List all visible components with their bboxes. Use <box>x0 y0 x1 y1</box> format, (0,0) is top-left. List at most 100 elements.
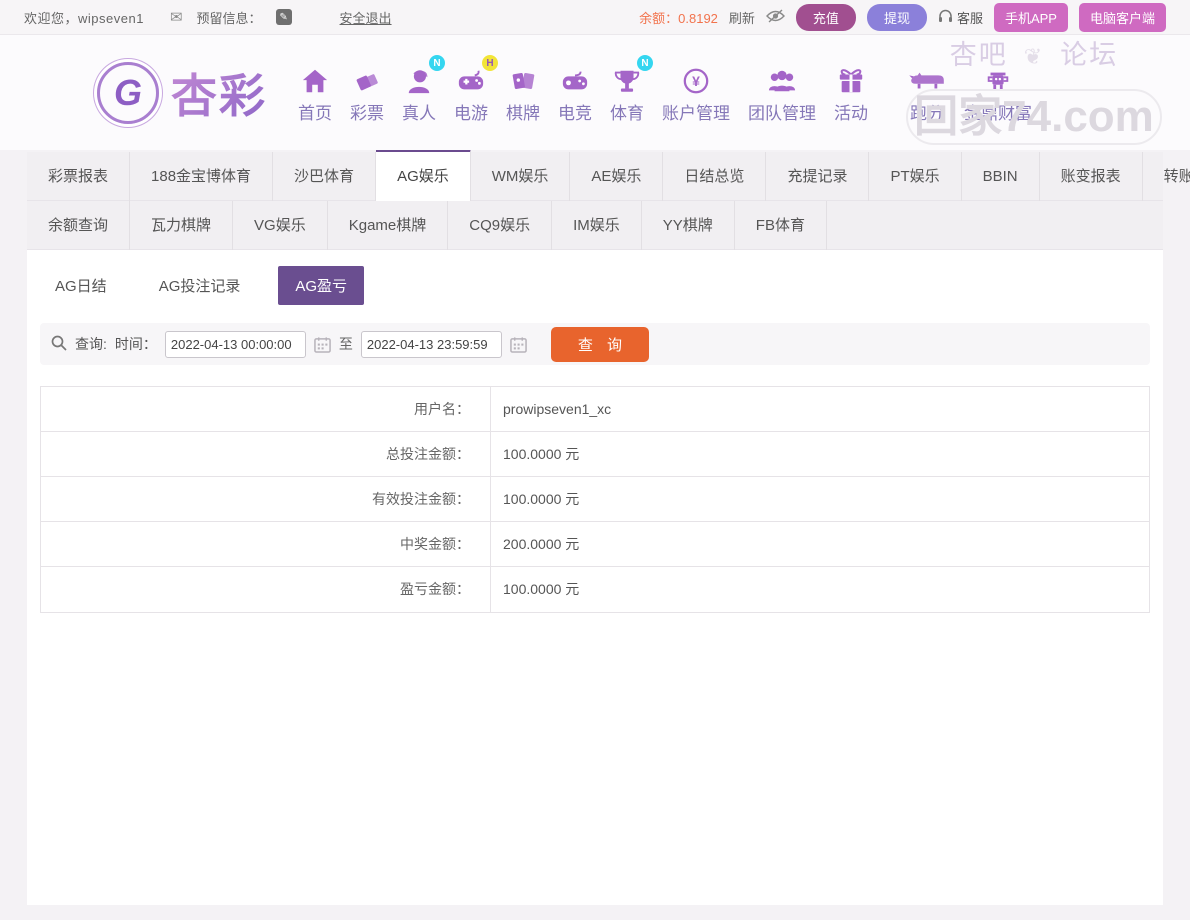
golden-ding-icon <box>984 61 1012 95</box>
reserved-info-label: 预留信息： <box>197 8 262 27</box>
subtab-ag-daily[interactable]: AG日结 <box>41 266 121 305</box>
tab-ag-entertainment[interactable]: AG娱乐 <box>376 148 471 201</box>
report-row: 用户名： prowipseven1_xc <box>41 387 1149 432</box>
report-row-label: 中奖金额： <box>41 522 490 566</box>
rhino-icon <box>908 61 946 95</box>
calendar-to-icon[interactable] <box>510 336 527 353</box>
edit-pencil-icon[interactable]: ✎ <box>276 9 292 25</box>
tab-bbin[interactable]: BBIN <box>962 152 1040 201</box>
welcome-text: 欢迎您，wipseven1 <box>24 8 144 27</box>
brand-logo[interactable]: G 杏彩 <box>97 60 267 126</box>
message-envelope-icon[interactable]: ✉ <box>170 8 183 26</box>
time-label: 时间： <box>115 334 157 354</box>
nav-item-egames[interactable]: H 电游 <box>445 61 497 124</box>
home-icon <box>301 61 329 95</box>
nav-item-account-management[interactable]: ¥ 账户管理 <box>653 61 739 124</box>
nav-item-live[interactable]: N 真人 <box>393 61 445 124</box>
tabs-row-1: 彩票报表 188金宝博体育 沙巴体育 AG娱乐 WM娱乐 AE娱乐 日结总览 充… <box>27 152 1163 201</box>
nav-item-paofen[interactable]: 跑分 <box>899 61 955 124</box>
deposit-button[interactable]: 充值 <box>796 4 856 31</box>
nav-item-esports[interactable]: 电竞 <box>549 61 601 124</box>
topbar: 欢迎您，wipseven1 ✉ 预留信息： ✎ 安全退出 余额：0.8192 刷… <box>0 0 1190 35</box>
tab-yy-chess[interactable]: YY棋牌 <box>642 201 735 250</box>
pc-client-button[interactable]: 电脑客户端 <box>1079 3 1166 32</box>
tab-wali-chess[interactable]: 瓦力棋牌 <box>130 201 233 250</box>
tab-im-entertainment[interactable]: IM娱乐 <box>552 201 642 250</box>
refresh-link[interactable]: 刷新 <box>729 8 755 27</box>
nav-item-home[interactable]: 首页 <box>289 61 341 124</box>
egame-gamepad-icon: H <box>456 61 486 95</box>
calendar-from-icon[interactable] <box>314 336 331 353</box>
report-row-value: prowipseven1_xc <box>490 387 1149 431</box>
hot-badge: H <box>482 55 498 71</box>
tab-ae-entertainment[interactable]: AE娱乐 <box>570 152 663 201</box>
to-separator: 至 <box>339 334 353 354</box>
brand-emblem-icon: G <box>97 62 159 124</box>
report-row-label: 盈亏金额： <box>41 567 490 612</box>
live-person-icon: N <box>405 61 433 95</box>
query-button[interactable]: 查 询 <box>551 327 649 362</box>
balance-text: 余额：0.8192 <box>639 8 718 27</box>
report-row-value: 100.0000 元 <box>490 432 1149 476</box>
date-to-input[interactable] <box>361 331 502 358</box>
nav-item-jinding-wealth[interactable]: 金鼎财富 <box>955 61 1041 124</box>
report-row-value: 100.0000 元 <box>490 477 1149 521</box>
tab-cq9-entertainment[interactable]: CQ9娱乐 <box>448 201 552 250</box>
search-bar: 查询: 时间： 至 查 询 <box>40 323 1150 365</box>
withdraw-button[interactable]: 提现 <box>867 4 927 31</box>
tab-balance-query[interactable]: 余额查询 <box>27 201 130 250</box>
new-badge: N <box>429 55 445 71</box>
headset-icon <box>938 9 957 26</box>
report-row-label: 用户名： <box>41 387 490 431</box>
report-row-label: 总投注金额： <box>41 432 490 476</box>
report-table: 用户名： prowipseven1_xc 总投注金额： 100.0000 元 有… <box>40 386 1150 613</box>
tab-daily-summary[interactable]: 日结总览 <box>663 152 766 201</box>
tab-lottery-report[interactable]: 彩票报表 <box>27 152 130 201</box>
yuan-coin-icon: ¥ <box>682 61 710 95</box>
main-nav: 首页 彩票 N 真人 H 电游 棋牌 <box>289 61 1041 124</box>
eye-slash-icon[interactable] <box>766 9 785 26</box>
tab-wm-entertainment[interactable]: WM娱乐 <box>471 152 571 201</box>
ticket-icon <box>353 61 381 95</box>
nav-item-team-management[interactable]: 团队管理 <box>739 61 825 124</box>
tab-fb-sports[interactable]: FB体育 <box>735 201 827 250</box>
tab-account-change-report[interactable]: 账变报表 <box>1040 152 1143 201</box>
tab-deposit-withdraw-records[interactable]: 充提记录 <box>766 152 869 201</box>
new-badge: N <box>637 55 653 71</box>
tab-vg-entertainment[interactable]: VG娱乐 <box>233 201 328 250</box>
subtab-ag-bet-records[interactable]: AG投注记录 <box>145 266 255 305</box>
tab-188-jinbaobo-sports[interactable]: 188金宝博体育 <box>130 152 273 201</box>
nav-item-sports[interactable]: N 体育 <box>601 61 653 124</box>
report-row-value: 200.0000 元 <box>490 522 1149 566</box>
nav-item-activity[interactable]: 活动 <box>825 61 877 124</box>
subtab-ag-profit-loss[interactable]: AG盈亏 <box>278 266 364 305</box>
report-row: 有效投注金额： 100.0000 元 <box>41 477 1149 522</box>
tab-shaba-sports[interactable]: 沙巴体育 <box>273 152 376 201</box>
gift-icon <box>837 61 865 95</box>
tab-pt-entertainment[interactable]: PT娱乐 <box>869 152 961 201</box>
date-from-input[interactable] <box>165 331 306 358</box>
esports-gamepad-icon <box>560 61 590 95</box>
brand-name: 杏彩 <box>171 60 267 126</box>
report-row-label: 有效投注金额： <box>41 477 490 521</box>
tabs-row-2: 余额查询 瓦力棋牌 VG娱乐 Kgame棋牌 CQ9娱乐 IM娱乐 YY棋牌 F… <box>27 201 1163 250</box>
tab-kgame-chess[interactable]: Kgame棋牌 <box>328 201 449 250</box>
nav-item-chess[interactable]: 棋牌 <box>497 61 549 124</box>
content-card: 彩票报表 188金宝博体育 沙巴体育 AG娱乐 WM娱乐 AE娱乐 日结总览 充… <box>27 152 1163 905</box>
svg-text:¥: ¥ <box>692 73 700 89</box>
trophy-icon: N <box>613 61 641 95</box>
customer-service-link[interactable]: 客服 <box>938 8 983 27</box>
query-label: 查询: <box>75 334 107 354</box>
logout-link[interactable]: 安全退出 <box>340 8 392 27</box>
report-row-value: 100.0000 元 <box>490 567 1149 612</box>
site-header: G 杏彩 首页 彩票 N 真人 H 电 <box>0 35 1190 150</box>
topbar-right: 余额：0.8192 刷新 充值 提现 客服 手机APP 电脑客户端 <box>628 3 1166 32</box>
team-icon <box>767 61 797 95</box>
search-icon <box>51 335 67 354</box>
customer-service-label: 客服 <box>957 8 983 27</box>
mobile-app-button[interactable]: 手机APP <box>994 3 1068 32</box>
report-row: 中奖金额： 200.0000 元 <box>41 522 1149 567</box>
nav-item-lottery[interactable]: 彩票 <box>341 61 393 124</box>
tab-transfer-report[interactable]: 转账报表 <box>1143 152 1190 201</box>
report-row: 盈亏金额： 100.0000 元 <box>41 567 1149 612</box>
